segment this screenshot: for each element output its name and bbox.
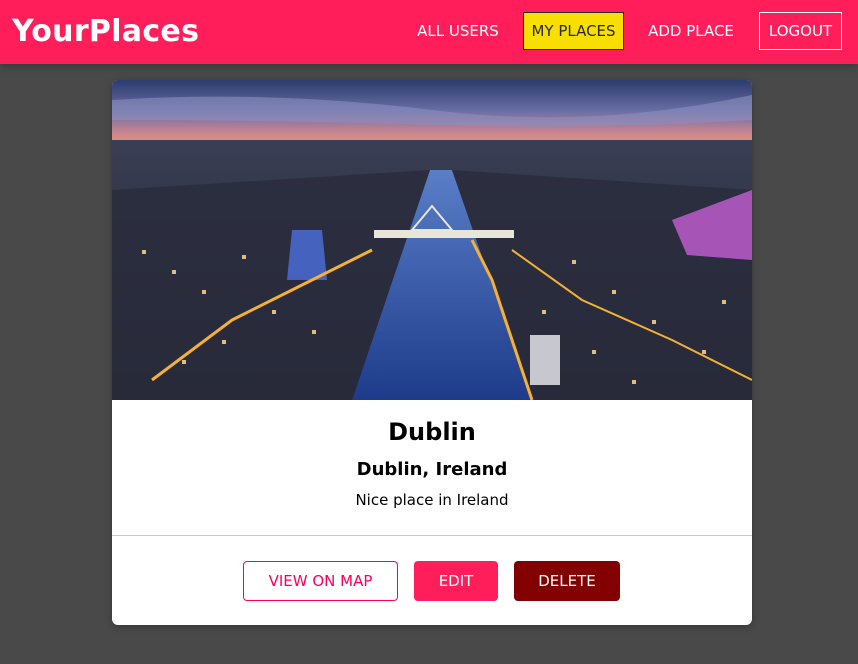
nav-logout[interactable]: LOGOUT <box>759 12 842 50</box>
place-image <box>112 80 752 400</box>
view-on-map-button[interactable]: VIEW ON MAP <box>243 561 398 601</box>
nav-my-places[interactable]: MY PLACES <box>523 12 624 50</box>
edit-button[interactable]: EDIT <box>414 561 498 601</box>
nav-all-users[interactable]: ALL USERS <box>407 12 509 50</box>
place-description: Nice place in Ireland <box>355 491 509 509</box>
place-title: Dublin <box>388 418 476 446</box>
place-card: Dublin Dublin, Ireland Nice place in Ire… <box>112 80 752 625</box>
place-address: Dublin, Ireland <box>356 459 508 480</box>
place-info: Dublin Dublin, Ireland Nice place in Ire… <box>112 400 752 536</box>
main-header: YourPlaces ALL USERS MY PLACES ADD PLACE… <box>0 0 858 64</box>
brand-logo-link[interactable]: YourPlaces <box>12 14 199 50</box>
nav-add-place[interactable]: ADD PLACE <box>637 12 745 50</box>
delete-button[interactable]: DELETE <box>514 561 620 601</box>
